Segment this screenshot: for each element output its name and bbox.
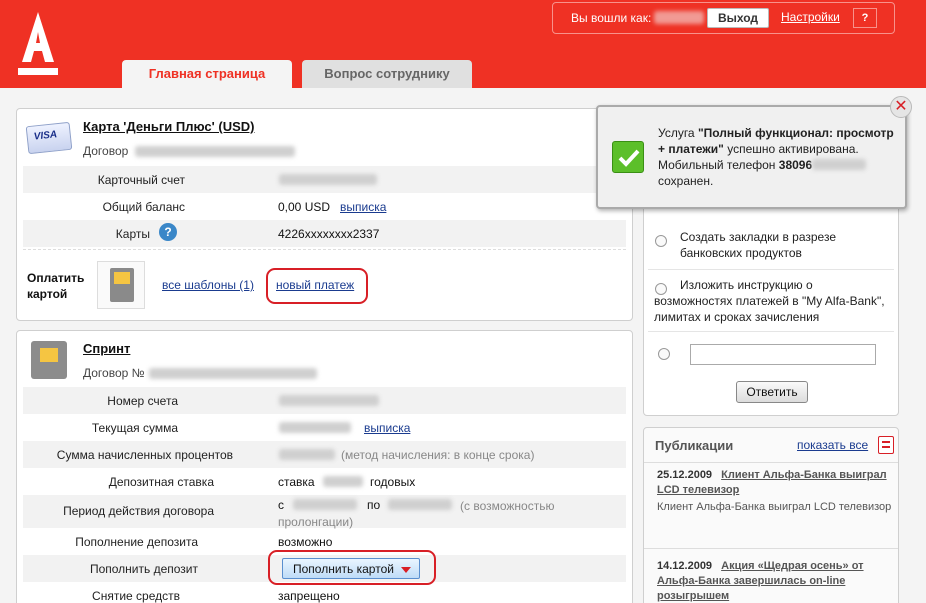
statement-link[interactable]: выписка <box>364 421 410 435</box>
table-row: Текущая сумма выписка <box>23 414 626 441</box>
help-icon[interactable]: ? <box>159 223 177 241</box>
survey-option-label: Создать закладки в разрезе банковских пр… <box>680 230 837 260</box>
survey-panel: Создать закладки в разрезе банковских пр… <box>643 196 899 416</box>
card-title-link[interactable]: Карта 'Деньги Плюс' (USD) <box>83 119 254 134</box>
username-redacted <box>654 11 704 24</box>
user-bar: Вы вошли как: Выход Настройки ? <box>552 2 895 34</box>
divider <box>648 269 894 270</box>
pay-by-card-label: Оплатить картой <box>27 271 85 301</box>
rate-suffix: годовых <box>370 475 416 489</box>
divider <box>644 548 898 549</box>
publications-panel: Публикации показать все 25.12.2009 Клиен… <box>643 427 899 603</box>
success-check-icon <box>612 141 644 173</box>
divider <box>23 249 626 250</box>
row-label: Карточный счет <box>97 173 185 187</box>
table-row: Общий баланс 0,00 USD выписка <box>23 193 626 220</box>
row-label: Сумма начисленных процентов <box>56 448 233 462</box>
show-all-link[interactable]: показать все <box>797 438 868 452</box>
table-row: Период действия договора с по (с возможн… <box>23 495 626 529</box>
survey-option-radio[interactable] <box>655 235 667 247</box>
table-row: Карты ? 4226xxxxxxxx2337 <box>23 220 626 247</box>
pdf-icon[interactable] <box>878 436 894 454</box>
payment-terminal-icon[interactable] <box>97 261 145 309</box>
terminal-icon <box>31 341 67 379</box>
account-number-redacted <box>279 174 377 185</box>
table-row: Карточный счет <box>23 166 626 193</box>
visa-card-icon: VISA <box>25 121 73 155</box>
rate-redacted <box>323 476 363 487</box>
tab-main-page[interactable]: Главная страница <box>122 60 292 88</box>
row-label: Депозитная ставка <box>108 475 214 489</box>
publication-item: 14.12.2009 Акция «Щедрая осень» от Альфа… <box>657 559 893 603</box>
publication-snippet: Клиент Альфа-Банка выиграл LCD телевизор <box>657 501 892 513</box>
notification-popup: Услуга "Полный функционал: просмотр + пл… <box>596 105 907 209</box>
topup-possible-value: возможно <box>278 535 333 549</box>
deposit-title-link[interactable]: Спринт <box>83 341 130 356</box>
alfa-bank-logo[interactable] <box>14 10 62 76</box>
survey-other-radio[interactable] <box>658 348 670 360</box>
logged-in-label: Вы вошли как: <box>571 11 652 25</box>
card-contract-label: Договор <box>83 144 129 158</box>
highlight-circle <box>266 268 368 304</box>
statement-link[interactable]: выписка <box>340 200 386 214</box>
deposit-panel: Спринт Договор № Номер счета Текущая сум… <box>16 330 633 603</box>
publication-date: 14.12.2009 <box>657 560 713 572</box>
row-label: Текущая сумма <box>91 421 178 435</box>
notification-message: Услуга "Полный функционал: просмотр + пл… <box>658 126 894 188</box>
divider <box>644 462 898 463</box>
table-row: Сумма начисленных процентов (метод начис… <box>23 441 626 468</box>
interest-redacted <box>279 449 335 460</box>
answer-button[interactable]: Ответить <box>736 381 808 403</box>
withdrawal-value: запрещено <box>278 589 340 603</box>
publication-item: 25.12.2009 Клиент Альфа-Банка выиграл LC… <box>657 468 893 515</box>
card-number: 4226xxxxxxxx2337 <box>278 227 380 241</box>
rate-prefix: ставка <box>278 475 315 489</box>
card-contract-redacted <box>135 146 295 157</box>
phone-redacted <box>812 159 867 170</box>
row-label: Пополнение депозита <box>75 535 198 549</box>
table-row: Снятие средств запрещено <box>23 582 626 603</box>
publication-date: 25.12.2009 <box>657 469 713 481</box>
accrual-method-note: (метод начисления: в конце срока) <box>341 448 535 462</box>
logout-button[interactable]: Выход <box>707 8 769 28</box>
row-label: Общий баланс <box>102 200 185 214</box>
highlight-circle <box>268 550 436 585</box>
account-number-redacted <box>279 395 379 406</box>
row-label: Номер счета <box>107 394 178 408</box>
settings-link[interactable]: Настройки <box>781 10 840 24</box>
table-row: Депозитная ставка ставка годовых <box>23 468 626 495</box>
card-panel: VISA Карта 'Деньги Плюс' (USD) Договор К… <box>16 108 633 321</box>
survey-option-label: Изложить инструкцию о возможностях плате… <box>654 278 885 324</box>
row-label: Снятие средств <box>92 589 180 603</box>
header: Вы вошли как: Выход Настройки ? Главная … <box>0 0 926 88</box>
help-button[interactable]: ? <box>853 8 877 28</box>
survey-other-input[interactable] <box>690 344 876 365</box>
deposit-contract-label: Договор № <box>83 366 145 380</box>
table-row: Номер счета <box>23 387 626 414</box>
amount-redacted <box>279 422 351 433</box>
divider <box>648 331 894 332</box>
balance-value: 0,00 USD <box>278 200 331 214</box>
tab-ask-employee[interactable]: Вопрос сотруднику <box>302 60 472 88</box>
publications-title: Публикации <box>655 438 734 453</box>
all-templates-link[interactable]: все шаблоны (1) <box>162 278 254 292</box>
close-icon[interactable]: ✕ <box>890 96 912 118</box>
table-row: Пополнить депозит Пополнить картой <box>23 550 626 585</box>
deposit-contract-redacted <box>149 368 317 379</box>
prolongation-note: (с возможностью пролонгации) <box>278 499 555 529</box>
row-label: Пополнить депозит <box>89 562 198 576</box>
row-label: Период действия договора <box>63 504 214 518</box>
row-label: Карты <box>115 227 150 241</box>
